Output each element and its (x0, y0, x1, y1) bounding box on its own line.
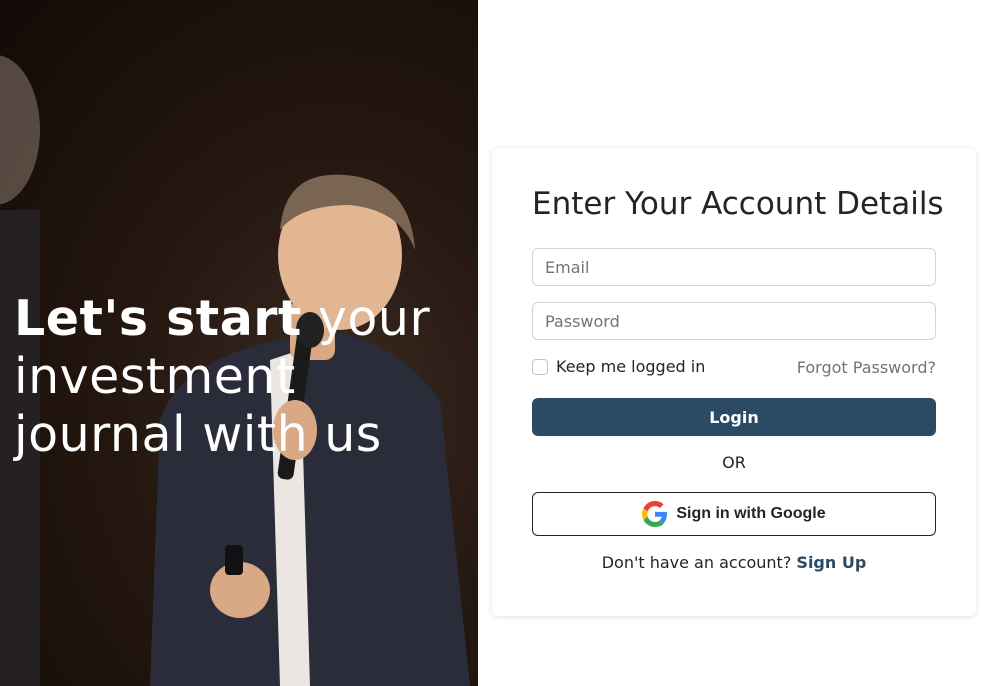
login-heading: Enter Your Account Details (532, 186, 944, 222)
signup-link[interactable]: Sign Up (796, 553, 866, 572)
google-g-icon (642, 501, 668, 527)
login-card: Enter Your Account Details Keep me logge… (492, 148, 976, 616)
email-field[interactable] (532, 248, 936, 286)
login-page: Let's start your investment journal with… (0, 0, 981, 686)
forgot-password-link[interactable]: Forgot Password? (797, 358, 936, 377)
password-field[interactable] (532, 302, 936, 340)
hero-title-bold: Let's start (14, 290, 302, 347)
login-button[interactable]: Login (532, 398, 936, 436)
signup-row: Don't have an account? Sign Up (492, 553, 976, 572)
google-signin-button[interactable]: Sign in with Google (532, 492, 936, 536)
signup-prompt: Don't have an account? (601, 553, 792, 572)
google-signin-label: Sign in with Google (676, 505, 826, 522)
remember-label[interactable]: Keep me logged in (556, 357, 705, 376)
or-divider: OR (722, 453, 746, 472)
remember-checkbox[interactable] (532, 358, 548, 375)
hero-title: Let's start your investment journal with… (14, 290, 474, 464)
remember-me[interactable]: Keep me logged in (532, 357, 705, 376)
hero-panel: Let's start your investment journal with… (0, 0, 478, 686)
